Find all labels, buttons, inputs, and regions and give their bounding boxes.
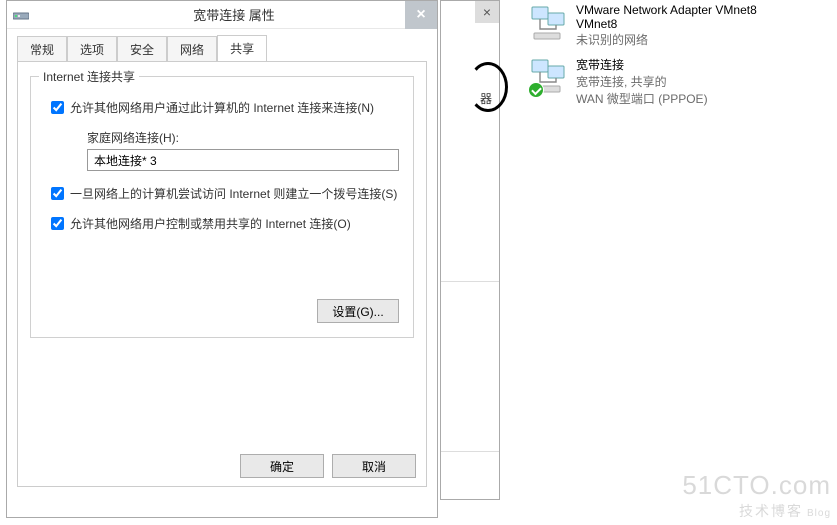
tab-sharing[interactable]: 共享 bbox=[217, 35, 267, 62]
adapter-name: 宽带连接 bbox=[576, 56, 708, 73]
watermark-line2: 技术博客Blog bbox=[682, 501, 831, 521]
home-network-row: 家庭网络连接(H): bbox=[87, 129, 401, 171]
watermark: 51CTO.com 技术博客Blog bbox=[682, 470, 831, 521]
tab-general[interactable]: 常规 bbox=[17, 36, 67, 62]
dial-on-demand-label: 一旦网络上的计算机尝试访问 Internet 则建立一个拨号连接(S) bbox=[70, 185, 397, 203]
ok-button[interactable]: 确定 bbox=[240, 454, 324, 478]
home-network-label: 家庭网络连接(H): bbox=[87, 129, 401, 146]
status-ok-icon bbox=[528, 82, 544, 98]
dial-on-demand-checkbox[interactable] bbox=[51, 187, 64, 200]
titlebar: 宽带连接 属性 × bbox=[7, 1, 437, 29]
home-network-input[interactable] bbox=[87, 149, 399, 171]
allow-control-row: 允许其他网络用户控制或禁用共享的 Internet 连接(O) bbox=[51, 215, 401, 233]
watermark-line1: 51CTO.com bbox=[682, 470, 831, 501]
tab-options[interactable]: 选项 bbox=[67, 36, 117, 62]
adapter-status: 宽带连接, 共享的 bbox=[576, 73, 708, 90]
adapter-item-vmnet8[interactable]: VMware Network Adapter VMnet8 VMnet8 未识别… bbox=[530, 3, 820, 48]
adapter-device: WAN 微型端口 (PPPOE) bbox=[576, 90, 708, 107]
internet-connection-sharing-group: Internet 连接共享 允许其他网络用户通过此计算机的 Internet 连… bbox=[30, 76, 414, 338]
adapter-status: 未识别的网络 bbox=[576, 31, 757, 48]
properties-dialog: 宽带连接 属性 × 常规 选项 安全 网络 共享 Internet 连接共享 允… bbox=[6, 0, 438, 518]
tab-security[interactable]: 安全 bbox=[117, 36, 167, 62]
close-button[interactable]: × bbox=[405, 1, 437, 29]
tab-row: 常规 选项 安全 网络 共享 bbox=[7, 35, 437, 61]
allow-control-label: 允许其他网络用户控制或禁用共享的 Internet 连接(O) bbox=[70, 215, 351, 233]
close-icon[interactable]: × bbox=[475, 1, 499, 23]
dialog-buttons: 确定 取消 bbox=[240, 454, 416, 478]
adapter-item-broadband[interactable]: 宽带连接 宽带连接, 共享的 WAN 微型端口 (PPPOE) bbox=[530, 56, 820, 107]
background-window: × bbox=[440, 0, 500, 500]
tab-panel-sharing: Internet 连接共享 允许其他网络用户通过此计算机的 Internet 连… bbox=[17, 61, 427, 487]
allow-others-connect-row: 允许其他网络用户通过此计算机的 Internet 连接来连接(N) bbox=[51, 99, 401, 117]
background-window-text: 器 bbox=[480, 90, 492, 107]
network-adapter-icon bbox=[530, 3, 570, 43]
cancel-button[interactable]: 取消 bbox=[332, 454, 416, 478]
tab-network[interactable]: 网络 bbox=[167, 36, 217, 62]
adapter-text: VMware Network Adapter VMnet8 VMnet8 未识别… bbox=[576, 3, 757, 48]
dialog-title: 宽带连接 属性 bbox=[37, 5, 431, 24]
modem-icon bbox=[13, 9, 29, 21]
network-adapter-list: VMware Network Adapter VMnet8 VMnet8 未识别… bbox=[530, 3, 820, 115]
settings-button[interactable]: 设置(G)... bbox=[317, 299, 399, 323]
adapter-name: VMware Network Adapter VMnet8 bbox=[576, 3, 757, 17]
allow-others-connect-checkbox[interactable] bbox=[51, 101, 64, 114]
dial-on-demand-row: 一旦网络上的计算机尝试访问 Internet 则建立一个拨号连接(S) bbox=[51, 185, 401, 203]
group-legend: Internet 连接共享 bbox=[39, 68, 139, 85]
adapter-text: 宽带连接 宽带连接, 共享的 WAN 微型端口 (PPPOE) bbox=[576, 56, 708, 107]
allow-others-connect-label: 允许其他网络用户通过此计算机的 Internet 连接来连接(N) bbox=[70, 99, 374, 117]
network-adapter-icon bbox=[530, 56, 570, 96]
allow-control-checkbox[interactable] bbox=[51, 217, 64, 230]
adapter-name-2: VMnet8 bbox=[576, 17, 757, 31]
